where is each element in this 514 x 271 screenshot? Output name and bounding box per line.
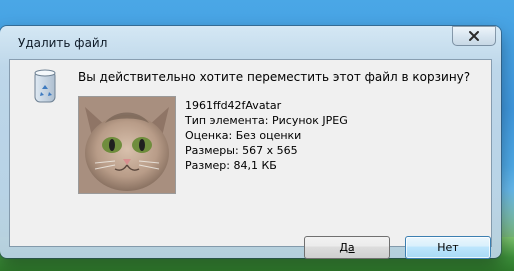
no-button-label: Нет <box>437 241 459 254</box>
title-bar: Удалить файл <box>0 26 501 60</box>
yes-button[interactable]: Да <box>304 236 390 259</box>
file-details: 1961ffd42fAvatar Тип элемента: Рисунок J… <box>185 98 348 173</box>
yes-button-label: Да <box>339 241 355 254</box>
no-button[interactable]: Нет <box>405 236 491 259</box>
delete-file-dialog: Удалить файл Вы действительно хотите пер… <box>0 26 501 259</box>
file-dimensions: Размеры: 567 x 565 <box>185 144 298 157</box>
dialog-content: Вы действительно хотите переместить этот… <box>10 60 491 259</box>
window-title: Удалить файл <box>18 36 108 50</box>
file-rating: Оценка: Без оценки <box>185 129 302 142</box>
file-name: 1961ffd42fAvatar <box>185 99 282 112</box>
confirmation-question: Вы действительно хотите переместить этот… <box>78 70 471 84</box>
close-button[interactable] <box>452 26 496 46</box>
recycle-bin-icon <box>34 69 56 103</box>
file-thumbnail <box>78 96 176 194</box>
close-icon <box>469 31 479 41</box>
file-type: Тип элемента: Рисунок JPEG <box>185 114 348 127</box>
file-size: Размер: 84,1 КБ <box>185 159 277 172</box>
cat-avatar-thumbnail <box>79 97 175 193</box>
